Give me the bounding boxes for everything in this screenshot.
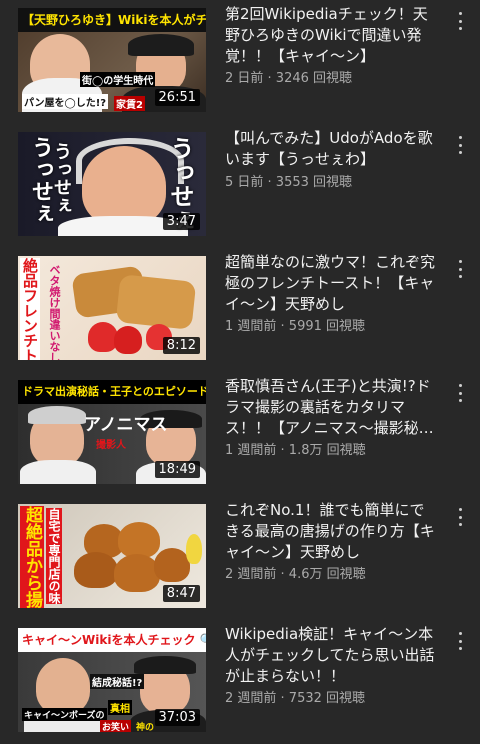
video-meta: 2 週間前 · 7532 回視聴 [225,691,366,706]
thumbnail-caption: 真相 [108,700,132,715]
magnifier-icon: 🔍 [200,633,206,647]
more-options-icon[interactable] [452,382,468,404]
video-list: 【天野ひろゆき】Wikiを本人がチェック!! 街◯の学生時代 パン屋を◯した!?… [0,0,480,736]
video-title[interactable]: Wikipedia検証！キャイ〜ン本人がチェックしてたら思い出話が止まらない！！ [225,624,435,687]
video-duration: 3:47 [162,213,200,230]
thumbnail-person [20,460,96,484]
video-item[interactable]: キャイ〜ンWikiを本人チェック 🔍 結成秘話!? キャイ〜ンボーズの お笑い … [0,620,480,744]
strawberry-image [114,326,142,354]
more-options-icon[interactable] [452,10,468,32]
video-duration: 8:12 [162,337,200,354]
thumbnail-caption: 自宅で専門店の味 [46,508,62,604]
thumbnail-caption: 神の [136,723,155,732]
thumbnail-person [128,34,194,56]
video-item[interactable]: 超絶品から揚げ 自宅で専門店の味 8:47 これぞNo.1！誰でも簡単にできる最… [0,496,480,620]
video-meta: 1 週間前 · 5991 回視聴 [225,319,366,334]
thumbnail-caption: 撮影人 [96,440,126,451]
video-item[interactable]: うっせぇ うっせぇ うっせぇ 3:47 【叫んでみた】UdoがAdoを歌います【… [0,124,480,248]
french-toast-image [115,274,197,330]
thumbnail-caption: 街◯の学生時代 [80,72,156,87]
thumbnail-banner: キャイ〜ンWikiを本人チェック 🔍 [18,628,206,652]
thumbnail-person [28,406,86,424]
thumbnail-caption: キャイ〜ンボーズの [22,708,107,721]
thumbnail-caption: 絶品フレンチトースト [20,258,40,360]
thumbnail-caption: パン屋を◯した!? [22,94,109,109]
video-duration: 18:49 [154,461,200,478]
video-title[interactable]: 香取慎吾さん(王子)と共演!?ドラマ撮影の裏話をカタリマス！！【アノニマス〜撮影… [225,376,435,439]
thumbnail-banner-text: キャイ〜ンWikiを本人チェック [22,633,196,647]
thumbnail-caption: うっせぇ [51,142,72,214]
karaage-image [118,522,160,558]
video-thumbnail[interactable]: 絶品フレンチトースト ベタ焼け間違いなし 8:12 [18,256,206,360]
video-title[interactable]: 第2回Wikipediaチェック！天野ひろゆきのWikiで間違い発覚！！【キャイ… [225,4,435,67]
thumbnail-caption: お笑い [100,720,132,732]
thumbnail-banner: 【天野ひろゆき】Wikiを本人がチェック!! [18,8,206,32]
more-options-icon[interactable] [452,506,468,528]
video-thumbnail[interactable]: ドラマ出演秘話・王子とのエピソード アノニマス 撮影人 18:49 [18,380,206,484]
more-options-icon[interactable] [452,258,468,280]
video-item[interactable]: 【天野ひろゆき】Wikiを本人がチェック!! 街◯の学生時代 パン屋を◯した!?… [0,0,480,124]
video-duration: 26:51 [154,89,200,106]
thumbnail-caption: 超絶品から揚げ [20,506,44,608]
video-duration: 37:03 [154,709,200,726]
thumbnail-caption: 結成秘話!? [90,674,145,689]
thumbnail-banner: ドラマ出演秘話・王子とのエピソード [18,380,206,404]
more-options-icon[interactable] [452,134,468,156]
video-meta: 1 週間前 · 1.8万 回視聴 [225,443,366,458]
lemon-image [186,534,202,564]
video-item[interactable]: 絶品フレンチトースト ベタ焼け間違いなし 8:12 超簡単なのに激ウマ！これぞ究… [0,248,480,372]
video-thumbnail[interactable]: 【天野ひろゆき】Wikiを本人がチェック!! 街◯の学生時代 パン屋を◯した!?… [18,8,206,112]
thumbnail-caption: ベタ焼け間違いなし [48,264,61,360]
thumbnail-caption: 家賃2 [114,96,145,111]
video-title[interactable]: 【叫んでみた】UdoがAdoを歌います【うっせぇわ】 [225,128,435,170]
video-thumbnail[interactable]: キャイ〜ンWikiを本人チェック 🔍 結成秘話!? キャイ〜ンボーズの お笑い … [18,628,206,732]
thumbnail-caption: アノニマス [84,415,168,435]
video-thumbnail[interactable]: 超絶品から揚げ 自宅で専門店の味 8:47 [18,504,206,608]
thumbnail-person [134,656,196,674]
thumbnail-person [36,658,90,714]
video-meta: 5 日前 · 3553 回視聴 [225,175,353,190]
video-title[interactable]: 超簡単なのに激ウマ！これぞ究極のフレンチトースト！【キャイ〜ン】天野めし [225,252,435,315]
video-thumbnail[interactable]: うっせぇ うっせぇ うっせぇ 3:47 [18,132,206,236]
karaage-image [114,554,160,592]
video-duration: 8:47 [162,585,200,602]
video-item[interactable]: ドラマ出演秘話・王子とのエピソード アノニマス 撮影人 18:49 香取慎吾さん… [0,372,480,496]
karaage-image [74,552,118,588]
more-options-icon[interactable] [452,630,468,652]
video-meta: 2 週間前 · 4.6万 回視聴 [225,567,366,582]
video-title[interactable]: これぞNo.1！誰でも簡単にできる最高の唐揚げの作り方【キャイ〜ン】天野めし [225,500,435,563]
karaage-image [154,548,190,582]
video-meta: 2 日前 · 3246 回視聴 [225,71,353,86]
